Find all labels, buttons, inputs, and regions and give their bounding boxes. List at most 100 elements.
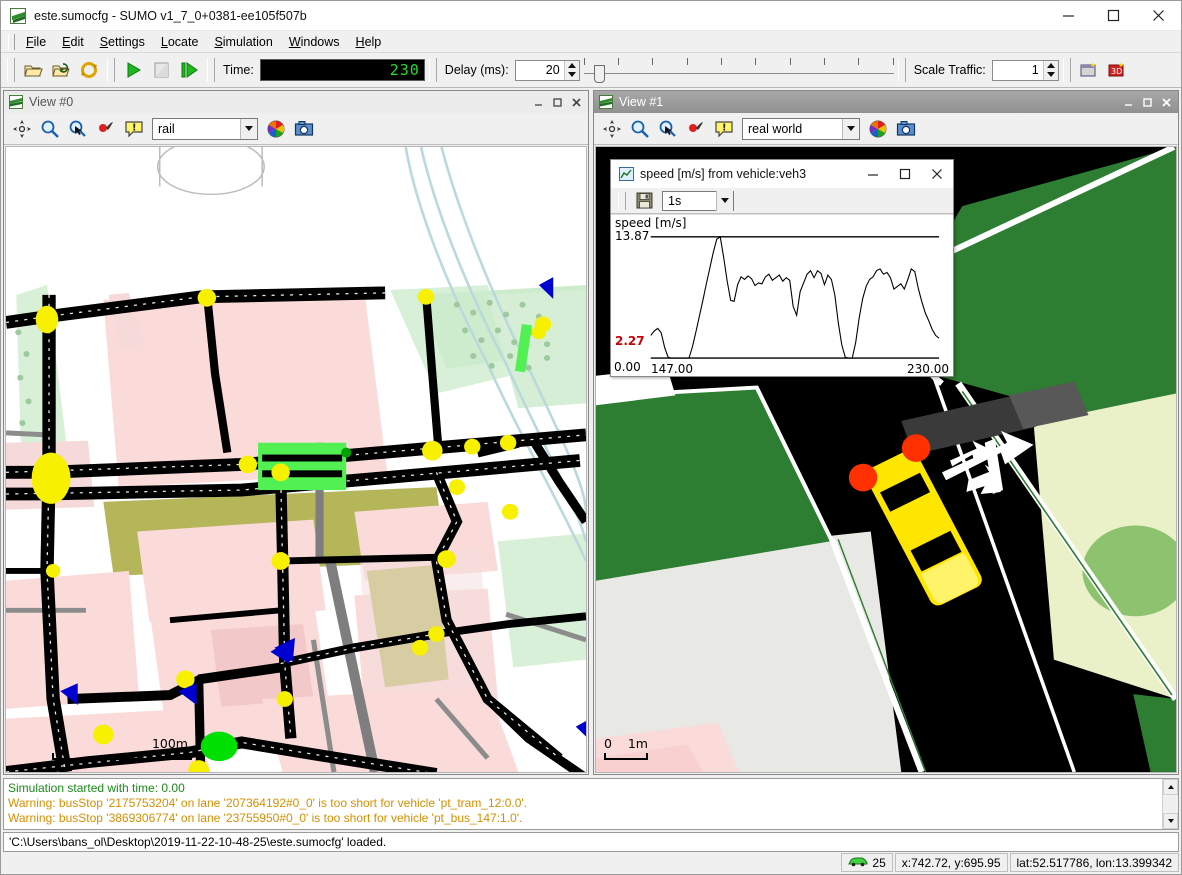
toolbar-grip-5[interactable] [898,58,906,82]
scale-spin-down[interactable] [1044,70,1058,80]
toolbar-grip-6[interactable] [1063,58,1071,82]
view-0-titlebar[interactable]: View #0 [4,91,588,113]
loaded-file-bar: 'C:\Users\bans_ol\Desktop\2019-11-22-10-… [3,832,1179,852]
chevron-down-icon[interactable] [716,191,733,211]
chart-toolbar-grip[interactable] [618,192,626,210]
open-file-button[interactable] [20,57,46,83]
delay-slider-track-line [584,73,894,74]
zoom-style-icon[interactable] [655,116,681,142]
chevron-down-icon[interactable] [240,119,257,139]
menu-grip[interactable] [8,34,15,50]
view-1-canvas[interactable]: speed [m/s] from vehicle:veh3 [595,146,1177,773]
delay-input[interactable]: 20 [516,61,564,80]
scale-spin-up[interactable] [1044,61,1058,71]
menu-file[interactable]: File [18,33,54,51]
view-1-close-icon[interactable] [1158,94,1175,110]
vehicle-count: 25 [872,856,885,870]
menu-edit[interactable]: Edit [54,33,92,51]
views-container: View #0 [1,88,1181,775]
message-list: Simulation started with time: 0.00 Warni… [4,779,1162,829]
chart-interval-select[interactable]: 1s [662,191,734,211]
speed-chart-close-icon[interactable] [921,161,953,187]
view-0-toolbar: ! rail [4,113,588,145]
view-1-color-scheme-select[interactable]: real world [742,118,860,140]
vehicle-icon [848,856,868,870]
recenter-icon[interactable] [599,116,625,142]
menu-locate[interactable]: Locate [153,33,207,51]
play-button[interactable] [120,57,146,83]
toolbar-grip-4[interactable] [429,58,437,82]
camera-icon[interactable] [291,116,317,142]
window-controls [1046,1,1181,31]
view-1-titlebar[interactable]: View #1 [594,91,1178,113]
chart-y-max-label: 13.87 [615,230,649,242]
menu-simulation[interactable]: Simulation [206,33,280,51]
view-1-maximize-icon[interactable] [1139,94,1156,110]
speed-chart-window[interactable]: speed [m/s] from vehicle:veh3 [610,159,954,377]
chart-y-axis-title: speed [m/s] [615,217,686,229]
zoom-style-icon[interactable] [65,116,91,142]
view-0-maximize-icon[interactable] [549,94,566,110]
speed-chart-minimize-icon[interactable] [857,161,889,187]
chart-x-min-label: 147.00 [651,363,693,375]
delay-slider[interactable] [584,56,894,84]
maximize-icon[interactable] [1091,1,1136,31]
geo-coordinates: lat:52.517786, lon:13.399342 [1010,853,1179,872]
scale-traffic-input[interactable]: 1 [993,61,1043,80]
view-1-minimize-icon[interactable] [1120,94,1137,110]
menu-settings[interactable]: Settings [92,33,153,51]
view-0-color-scheme-select[interactable]: rail [152,118,258,140]
delay-spin-arrows[interactable] [564,61,579,80]
save-icon[interactable] [631,188,657,214]
locator-icon[interactable] [93,116,119,142]
chart-current-value-label: 2.27 [615,335,645,347]
view-panel-1: View #1 [593,90,1179,775]
speed-chart-maximize-icon[interactable] [889,161,921,187]
tooltip-icon[interactable]: ! [711,116,737,142]
view-1-scale-left: 0 [604,736,612,751]
view-0-minimize-icon[interactable] [530,94,547,110]
sumo-icon [10,8,26,24]
locator-icon[interactable] [683,116,709,142]
tooltip-icon[interactable]: ! [121,116,147,142]
sumo-main-window: este.sumocfg - SUMO v1_7_0+0381-ee105f50… [0,0,1182,875]
stop-button[interactable] [148,57,174,83]
delay-label: Delay (ms): [445,63,509,77]
camera-icon[interactable] [893,116,919,142]
message-line: Simulation started with time: 0.00 [8,781,1158,796]
zoom-icon[interactable] [627,116,653,142]
chevron-down-icon[interactable] [842,119,859,139]
close-icon[interactable] [1136,1,1181,31]
time-label: Time: [223,63,254,77]
menu-help[interactable]: Help [348,33,390,51]
new-3d-view-button[interactable]: 3D [1104,57,1130,83]
zoom-icon[interactable] [37,116,63,142]
toolbar-grip-1[interactable] [7,58,15,82]
delay-stepper[interactable]: 20 [515,60,580,81]
scale-spin-arrows[interactable] [1043,61,1058,80]
step-button[interactable] [176,57,202,83]
delay-slider-ticks [584,58,894,65]
scroll-down-icon[interactable] [1163,813,1178,829]
recenter-icon[interactable] [9,116,35,142]
toolbar-grip-3[interactable] [207,58,215,82]
delay-spin-down[interactable] [565,70,579,80]
message-scrollbar[interactable] [1162,779,1178,829]
minimize-icon[interactable] [1046,1,1091,31]
toolbar-grip-2[interactable] [107,58,115,82]
speed-chart-titlebar[interactable]: speed [m/s] from vehicle:veh3 [611,160,953,188]
new-view-button[interactable] [1076,57,1102,83]
view-0-canvas[interactable]: 100m [5,146,587,773]
svg-text:!: ! [722,122,727,133]
color-wheel-icon[interactable] [865,116,891,142]
scale-traffic-stepper[interactable]: 1 [992,60,1059,81]
reload-button[interactable] [76,57,102,83]
view-0-title: View #0 [29,95,530,109]
color-wheel-icon[interactable] [263,116,289,142]
menu-windows[interactable]: Windows [281,33,348,51]
scroll-up-icon[interactable] [1163,779,1178,795]
delay-slider-thumb[interactable] [594,65,605,83]
open-recent-button[interactable] [48,57,74,83]
delay-spin-up[interactable] [565,61,579,71]
view-0-close-icon[interactable] [568,94,585,110]
